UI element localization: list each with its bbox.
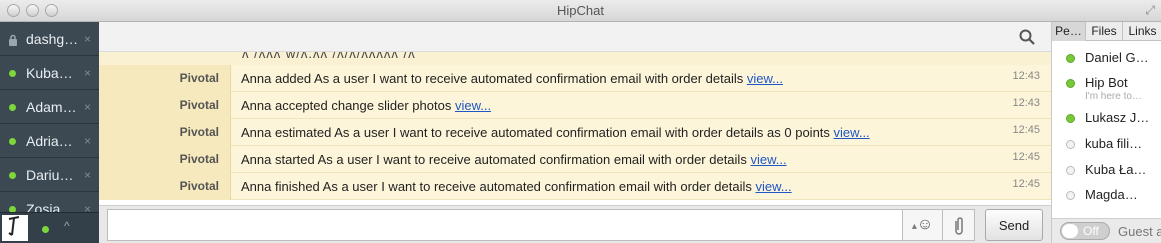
guest-access-label: Guest a: [1118, 224, 1161, 239]
person-name: Magda…: [1085, 187, 1138, 202]
close-room-icon[interactable]: ×: [84, 134, 91, 148]
room-name: Dariu…: [26, 167, 74, 183]
message-time: 12:45: [1012, 124, 1040, 136]
message-sender: Pivotal: [179, 98, 219, 112]
online-status-icon: [9, 172, 16, 179]
chat-header: [99, 22, 1051, 52]
view-link[interactable]: view...: [750, 152, 786, 167]
room-item[interactable]: dashg… ×: [0, 22, 99, 56]
message-text: Anna added As a user I want to receive a…: [241, 71, 783, 86]
person-name: Hip Bot: [1085, 75, 1128, 90]
rooms-sidebar: dashg… × Kuba… × Adam… × Adria… × Dariu……: [0, 22, 99, 243]
close-room-icon[interactable]: ×: [84, 66, 91, 80]
person-name: kuba fili…: [1085, 136, 1143, 151]
message-row-partial: ʌ /ʌʌʌ w/ʌ.ʌʌ /ʌ/ʌ/ʌʌʌʌʌ /ʌ: [99, 52, 1051, 65]
tab-links[interactable]: Links: [1123, 22, 1161, 41]
room-item[interactable]: Adria… ×: [0, 124, 99, 158]
title-bar: HipChat ⤢: [0, 0, 1161, 22]
offline-status-icon: [1066, 191, 1075, 200]
room-name: dashg…: [26, 31, 79, 47]
attach-file-button[interactable]: [943, 209, 975, 241]
avatar[interactable]: [2, 215, 28, 241]
message-text: Anna accepted change slider photos view.…: [241, 98, 492, 113]
person-name: Lukasz J…: [1085, 110, 1150, 125]
smiley-icon: ☺: [916, 216, 934, 233]
send-button[interactable]: Send: [985, 209, 1043, 241]
message-sender: Pivotal: [179, 152, 219, 166]
person-name: Daniel G…: [1085, 50, 1149, 65]
close-room-icon[interactable]: ×: [84, 168, 91, 182]
message-text: Anna finished As a user I want to receiv…: [241, 179, 792, 194]
panel-tabs: Pe… Files Links: [1052, 22, 1161, 41]
message-input[interactable]: [107, 209, 903, 241]
message-sender: Pivotal: [179, 71, 219, 85]
message-time: 12:45: [1012, 178, 1040, 190]
online-status-icon: [1066, 54, 1075, 63]
view-link[interactable]: view...: [455, 98, 491, 113]
toggle-knob: [1062, 224, 1078, 238]
message-composer: ▴☺ Send: [99, 205, 1051, 243]
partial-message-text: ʌ /ʌʌʌ w/ʌ.ʌʌ /ʌ/ʌ/ʌʌʌʌʌ /ʌ: [242, 52, 416, 61]
tab-people[interactable]: Pe…: [1052, 22, 1086, 41]
room-name: Adria…: [26, 133, 73, 149]
message-sender-cell: Pivotal: [99, 173, 231, 200]
message-sender-cell: Pivotal: [99, 65, 231, 92]
message-row: Pivotal Anna estimated As a user I want …: [99, 119, 1051, 146]
message-row: Pivotal Anna started As a user I want to…: [99, 146, 1051, 173]
online-status-icon: [9, 138, 16, 145]
online-status-icon: [1066, 79, 1075, 88]
user-status-bar: ^: [0, 212, 99, 243]
message-list[interactable]: ʌ /ʌʌʌ w/ʌ.ʌʌ /ʌ/ʌ/ʌʌʌʌʌ /ʌ Pivotal Anna…: [99, 52, 1051, 205]
message-sender-cell: Pivotal: [99, 92, 231, 119]
room-name: Kuba…: [26, 65, 73, 81]
message-row: Pivotal Anna finished As a user I want t…: [99, 173, 1051, 200]
room-item[interactable]: Kuba… ×: [0, 56, 99, 90]
tab-files[interactable]: Files: [1086, 22, 1123, 41]
message-text: Anna started As a user I want to receive…: [241, 152, 787, 167]
online-status-icon: [9, 104, 16, 111]
toggle-label: Off: [1083, 224, 1099, 238]
message-time: 12:43: [1012, 70, 1040, 82]
message-row: Pivotal Anna accepted change slider phot…: [99, 92, 1051, 119]
window-title: HipChat: [557, 3, 604, 18]
message-row: Pivotal Anna added As a user I want to r…: [99, 65, 1051, 92]
person-name: Kuba Ła…: [1085, 162, 1147, 177]
view-link[interactable]: view...: [747, 71, 783, 86]
close-room-icon[interactable]: ×: [84, 100, 91, 114]
offline-status-icon: [1066, 166, 1075, 175]
emoticon-button[interactable]: ▴☺: [903, 209, 943, 241]
person-status: I'm here to…: [1085, 91, 1142, 102]
close-room-icon[interactable]: ×: [84, 32, 91, 46]
guest-access-bar: Off Guest a: [1052, 218, 1161, 243]
message-sender-cell: Pivotal: [99, 146, 231, 173]
chat-main: ʌ /ʌʌʌ w/ʌ.ʌʌ /ʌ/ʌ/ʌʌʌʌʌ /ʌ Pivotal Anna…: [99, 22, 1051, 243]
room-name: Adam…: [26, 99, 77, 115]
search-icon[interactable]: [1019, 29, 1035, 48]
people-panel: Pe… Files Links Daniel G… Hip Bot I'm he…: [1051, 22, 1161, 243]
offline-status-icon: [1066, 140, 1075, 149]
online-status-icon: [9, 70, 16, 77]
message-sender-cell: Pivotal: [99, 119, 231, 146]
message-text: Anna estimated As a user I want to recei…: [241, 125, 870, 140]
guest-access-toggle[interactable]: Off: [1060, 222, 1110, 240]
fullscreen-icon[interactable]: ⤢: [1145, 3, 1155, 18]
view-link[interactable]: view...: [756, 179, 792, 194]
message-sender: Pivotal: [179, 125, 219, 139]
view-link[interactable]: view...: [834, 125, 870, 140]
lock-icon: [8, 34, 18, 49]
message-time: 12:43: [1012, 97, 1040, 109]
room-item[interactable]: Dariu… ×: [0, 158, 99, 192]
message-time: 12:45: [1012, 151, 1040, 163]
online-status-icon: [1066, 114, 1075, 123]
collapse-icon[interactable]: ^: [64, 219, 70, 233]
message-sender: Pivotal: [179, 179, 219, 193]
online-status-icon[interactable]: [42, 226, 49, 233]
paperclip-icon: [954, 217, 963, 235]
room-item[interactable]: Adam… ×: [0, 90, 99, 124]
